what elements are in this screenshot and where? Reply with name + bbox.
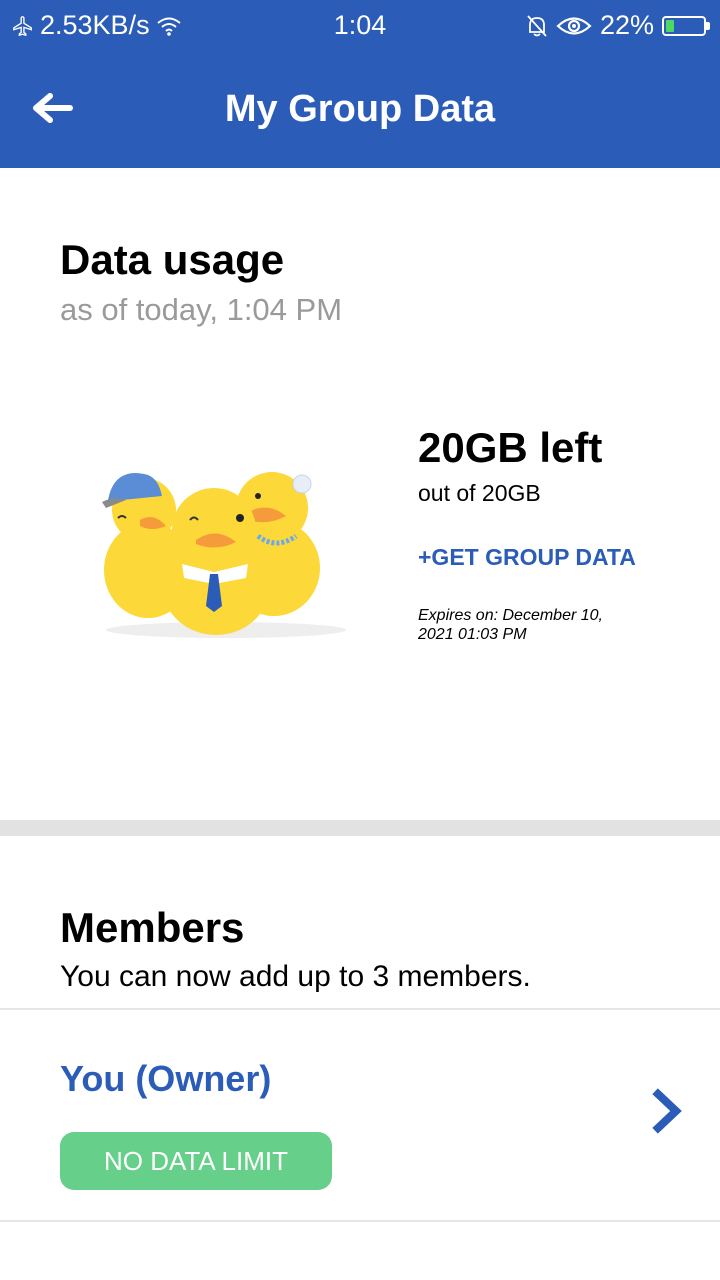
members-heading: Members bbox=[60, 904, 245, 951]
eye-icon bbox=[556, 16, 592, 35]
chevron-right-icon[interactable] bbox=[648, 1088, 688, 1134]
page-title: My Group Data bbox=[224, 88, 496, 130]
status-bar: 2.53KB/s 1:04 22% bbox=[0, 0, 720, 52]
data-remaining: 20GB left bbox=[418, 424, 603, 471]
section-divider bbox=[0, 820, 720, 836]
members-subtitle: You can now add up to 3 members. bbox=[60, 960, 531, 993]
alarm-off-icon bbox=[527, 14, 547, 37]
battery-percent: 22% bbox=[599, 10, 654, 40]
data-limit-badge: NO DATA LIMIT bbox=[60, 1132, 332, 1190]
battery-icon bbox=[662, 15, 710, 36]
member-name: You (Owner) bbox=[60, 1058, 272, 1099]
get-group-data-link[interactable]: +GET GROUP DATA bbox=[418, 544, 636, 571]
app-bar: My Group Data bbox=[0, 52, 720, 168]
battery-fill bbox=[666, 19, 674, 32]
as-of-timestamp: as of today, 1:04 PM bbox=[60, 292, 343, 327]
data-total: out of 20GB bbox=[418, 480, 541, 506]
row-divider-bottom bbox=[0, 1220, 720, 1222]
expiry-date: Expires on: December 10, 2021 01:03 PM bbox=[418, 607, 603, 643]
member-row-owner[interactable]: You (Owner) NO DATA LIMIT bbox=[0, 1010, 720, 1220]
status-right: 22% bbox=[526, 10, 710, 41]
ducks-illustration bbox=[102, 472, 346, 638]
data-usage-heading: Data usage bbox=[60, 236, 285, 283]
